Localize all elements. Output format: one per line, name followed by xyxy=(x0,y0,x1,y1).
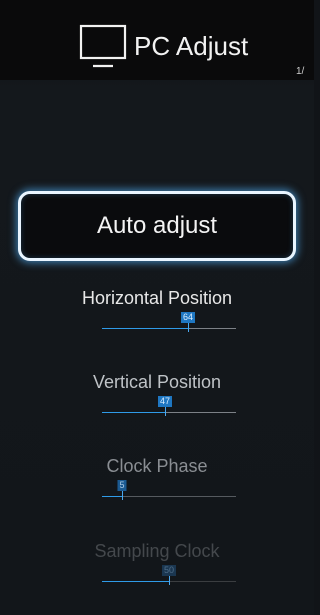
slider-thumb[interactable] xyxy=(165,406,166,416)
page-title: PC Adjust xyxy=(134,31,249,61)
slider-thumb[interactable] xyxy=(169,575,170,585)
header-bar: PC Adjust 1/ xyxy=(0,0,314,80)
slider-thumb[interactable] xyxy=(188,322,189,332)
page-indicator: 1/ xyxy=(296,66,305,77)
slider-value-badge: 64 xyxy=(180,312,196,323)
horizontal-position-slider[interactable]: 64 xyxy=(102,312,236,332)
sampling-clock-slider[interactable]: 50 xyxy=(102,565,236,585)
slider-fill xyxy=(102,412,165,413)
setting-label: Clock Phase xyxy=(106,456,208,476)
header-title-group: PC Adjust xyxy=(78,22,248,74)
vertical-position-slider[interactable]: 47 xyxy=(102,396,236,416)
pc-adjust-screen: PC Adjust 1/ Auto adjust Horizontal Posi… xyxy=(0,0,314,615)
slider-fill xyxy=(102,581,169,582)
slider-value-badge: 50 xyxy=(161,565,177,576)
slider-value-badge: 47 xyxy=(157,396,173,407)
slider-value-badge: 5 xyxy=(117,480,127,491)
slider-fill xyxy=(102,496,122,497)
slider-fill xyxy=(102,328,188,329)
clock-phase-slider[interactable]: 5 xyxy=(102,480,236,500)
monitor-icon xyxy=(78,22,128,72)
slider-thumb[interactable] xyxy=(122,490,123,500)
setting-label: Sampling Clock xyxy=(94,541,220,561)
auto-adjust-button[interactable]: Auto adjust xyxy=(18,191,296,261)
setting-label: Vertical Position xyxy=(92,372,222,392)
setting-label: Horizontal Position xyxy=(81,288,233,308)
